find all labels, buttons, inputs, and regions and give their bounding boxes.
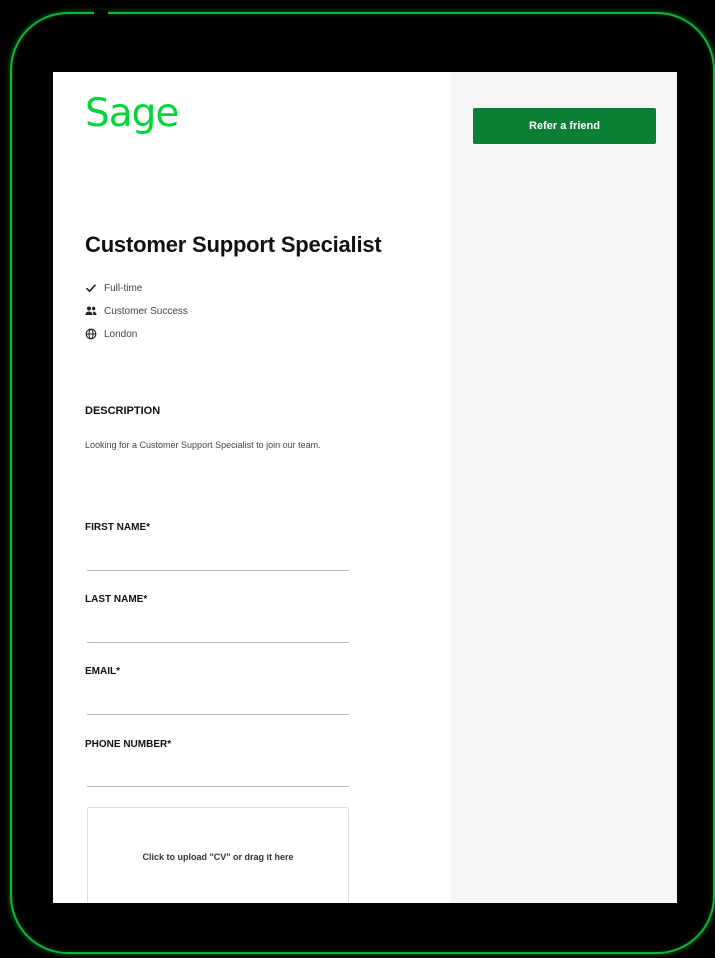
first-name-label: FIRST NAME* bbox=[85, 522, 150, 533]
job-application-page: Sage Customer Support Specialist Full-ti… bbox=[53, 72, 677, 903]
sage-logo[interactable]: Sage bbox=[85, 94, 179, 133]
cv-upload-dropzone[interactable]: Click to upload "CV" or drag it here bbox=[87, 807, 349, 903]
job-type-text: Full-time bbox=[104, 282, 143, 294]
cv-upload-text: Click to upload "CV" or drag it here bbox=[142, 852, 294, 862]
job-department-text: Customer Success bbox=[104, 305, 188, 317]
job-title: Customer Support Specialist bbox=[85, 232, 382, 257]
description-text: Looking for a Customer Support Specialis… bbox=[85, 440, 321, 450]
job-type-row: Full-time bbox=[85, 282, 142, 294]
description-heading: DESCRIPTION bbox=[85, 405, 161, 417]
phone-number-label: PHONE NUMBER* bbox=[85, 739, 172, 750]
job-location-row: London bbox=[85, 328, 137, 340]
job-location-text: London bbox=[104, 328, 138, 340]
last-name-label: LAST NAME* bbox=[85, 594, 148, 605]
refer-a-friend-button[interactable]: Refer a friend bbox=[473, 108, 656, 144]
phone-number-field[interactable] bbox=[87, 764, 349, 787]
right-sidebar: Refer a friend bbox=[451, 72, 677, 903]
first-name-field[interactable] bbox=[87, 548, 349, 571]
globe-icon bbox=[85, 328, 97, 340]
people-icon bbox=[85, 305, 97, 317]
checkmark-icon bbox=[85, 282, 97, 294]
email-field[interactable] bbox=[87, 692, 349, 715]
frame-gap bbox=[94, 10, 108, 16]
job-department-row: Customer Success bbox=[85, 305, 188, 317]
main-content: Sage Customer Support Specialist Full-ti… bbox=[53, 72, 451, 903]
last-name-field[interactable] bbox=[87, 620, 349, 643]
email-label: EMAIL* bbox=[85, 666, 120, 677]
